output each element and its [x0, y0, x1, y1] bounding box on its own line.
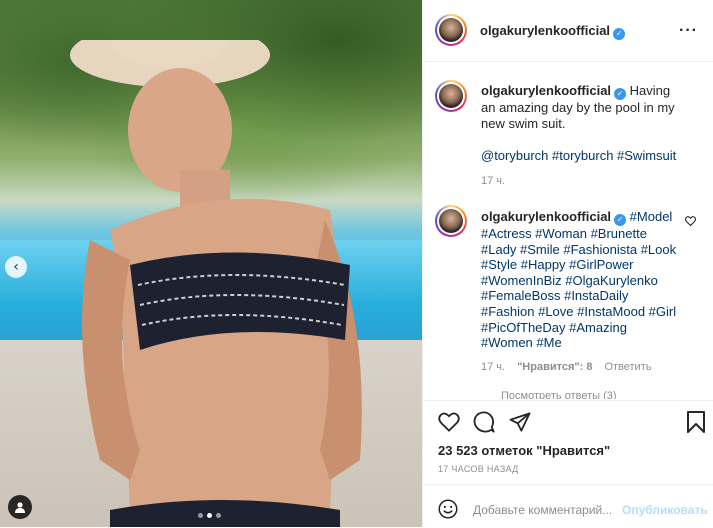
comment-text: olgakurylenkoofficial ✓ #Model #Actress #…	[481, 209, 681, 351]
author-username[interactable]: olgakurylenkoofficial ✓	[480, 23, 626, 40]
comment-hashtags[interactable]: #Actress #Woman #Brunette #Lady #Smile #…	[481, 226, 676, 350]
verified-badge-icon: ✓	[613, 28, 626, 40]
caption-mentions: @toryburch #toryburch #Swimsuit	[481, 148, 681, 164]
user-icon	[15, 502, 25, 513]
post-sidebar: olgakurylenkoofficial ✓ ··· olgakurylenko…	[422, 0, 713, 527]
comment-bubble-icon[interactable]	[473, 411, 495, 433]
add-comment-bar: Добавьте комментарий... Опубликовать	[423, 484, 713, 528]
comment-like-icon[interactable]	[684, 216, 697, 229]
share-paper-plane-icon[interactable]	[509, 412, 531, 432]
caption-username[interactable]: olgakurylenkoofficial	[481, 83, 611, 98]
comments-list: olgakurylenkoofficial ✓ Having an amazing…	[423, 63, 713, 399]
comment-likes-count[interactable]: "Нравится": 8	[517, 361, 592, 373]
caption-mention-links[interactable]: @toryburch #toryburch #Swimsuit	[481, 148, 676, 163]
comment-reply-button[interactable]: Ответить	[604, 361, 651, 373]
comment-avatar[interactable]	[435, 205, 467, 237]
caption-avatar[interactable]	[435, 80, 467, 112]
carousel-dot	[216, 513, 221, 518]
comment-hashtag-first[interactable]: #Model	[630, 209, 673, 224]
post-time-ago[interactable]: 17 ЧАСОВ НАЗАД	[438, 464, 519, 474]
verified-badge-icon: ✓	[614, 88, 627, 100]
caption-text: olgakurylenkoofficial ✓ Having an amazing…	[481, 83, 681, 131]
author-avatar[interactable]	[435, 14, 467, 46]
publish-button[interactable]: Опубликовать	[622, 503, 708, 517]
comment-input[interactable]: Добавьте комментарий...	[473, 503, 612, 517]
view-replies-button[interactable]: Посмотреть ответы (3)	[501, 390, 617, 399]
verified-badge-icon: ✓	[614, 214, 627, 226]
post-actions: 23 523 отметок "Нравится" 17 ЧАСОВ НАЗАД…	[423, 400, 713, 519]
caption-timestamp: 17 ч.	[481, 175, 506, 187]
carousel-prev-button[interactable]: ‹	[5, 256, 27, 278]
comment-timestamp: 17 ч.	[481, 361, 506, 373]
tagged-users-button[interactable]	[8, 495, 32, 519]
carousel-dot	[198, 513, 203, 518]
carousel-indicator	[198, 513, 221, 518]
like-heart-icon[interactable]	[438, 412, 460, 432]
post-photo[interactable]: ‹	[0, 0, 422, 527]
ellipsis-icon[interactable]: ···	[679, 22, 698, 40]
comment-username[interactable]: olgakurylenkoofficial	[481, 209, 611, 224]
bookmark-icon[interactable]	[686, 411, 706, 433]
carousel-dot-active	[207, 513, 212, 518]
comment-meta: 17 ч. "Нравится": 8 Ответить	[481, 361, 651, 373]
likes-count[interactable]: 23 523 отметок "Нравится"	[438, 443, 610, 458]
photo-figure	[70, 40, 362, 527]
emoji-icon[interactable]	[438, 499, 458, 519]
post-header: olgakurylenkoofficial ✓ ···	[423, 0, 713, 62]
